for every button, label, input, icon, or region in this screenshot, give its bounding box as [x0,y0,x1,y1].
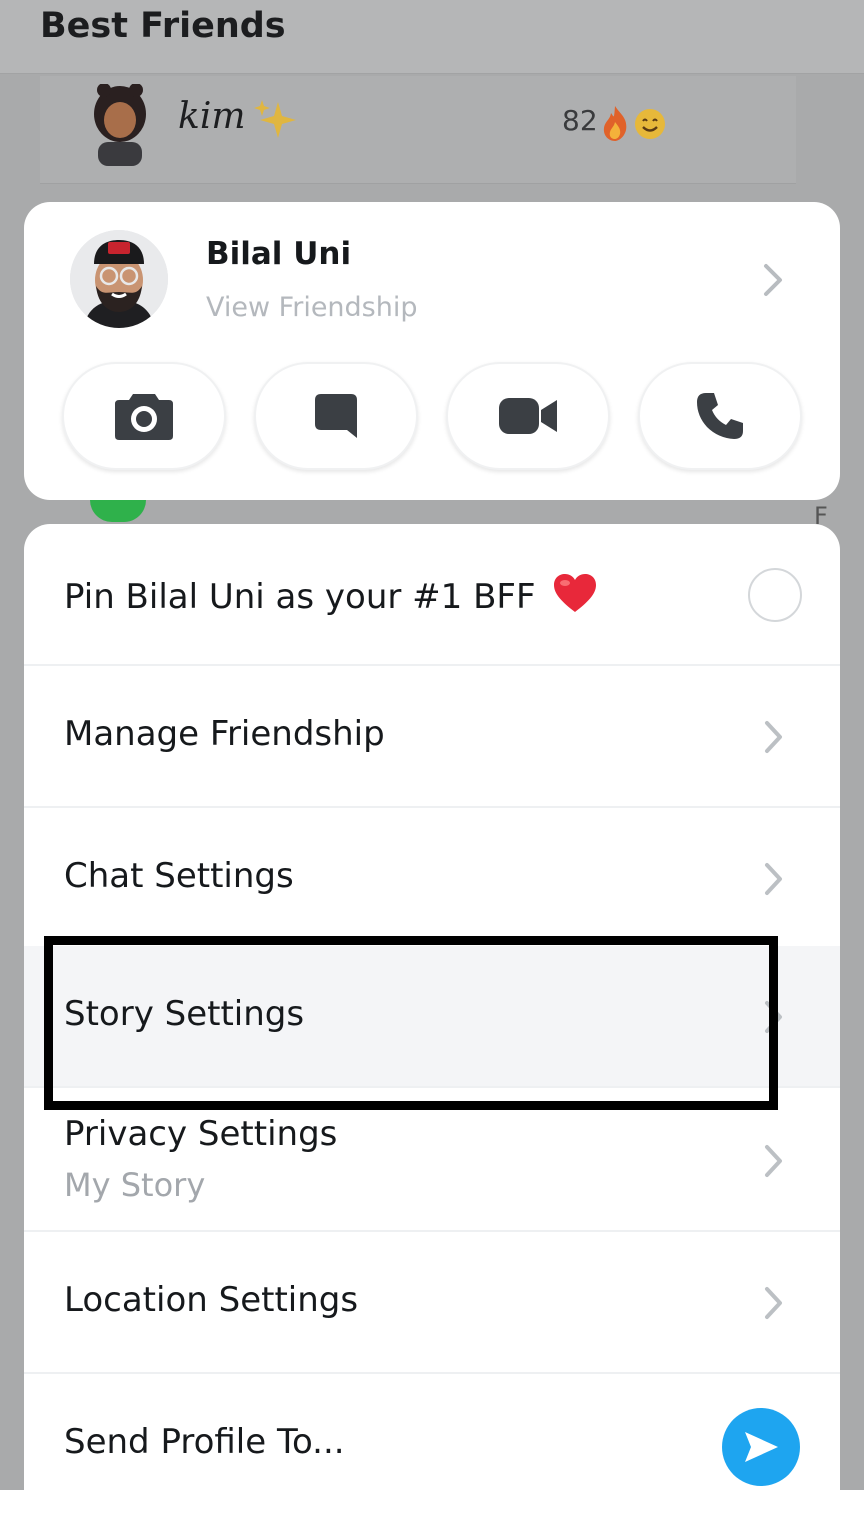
privacy-settings-subtitle: My Story [64,1166,206,1204]
chevron-right-icon[interactable] [758,260,786,300]
phone-icon [697,393,743,439]
send-profile-label: Send Profile To... [64,1422,345,1462]
bottom-strip [0,1490,864,1536]
bitmoji-avatar-icon [94,84,146,166]
chat-bubble-icon [315,394,357,438]
pin-bff-label: Pin Bilal Uni as your #1 BFF [64,572,598,617]
pin-bff-radio[interactable] [748,568,802,622]
voice-call-button[interactable] [638,362,802,470]
best-friends-header: Best Friends [0,0,864,74]
red-heart-icon [554,574,597,612]
privacy-settings-row[interactable]: Privacy Settings My Story [24,1090,840,1232]
send-button[interactable] [722,1408,800,1486]
status-indicator [90,500,146,522]
sparkles-icon [254,100,296,138]
view-friendship-link[interactable]: View Friendship [206,292,418,323]
video-call-button[interactable] [446,362,610,470]
chat-settings-row[interactable]: Chat Settings [24,808,840,950]
chat-settings-label: Chat Settings [64,856,294,896]
chat-button[interactable] [254,362,418,470]
send-profile-row[interactable]: Send Profile To... [24,1374,840,1490]
manage-friendship-row[interactable]: Manage Friendship [24,666,840,808]
camera-button[interactable] [62,362,226,470]
pin-bff-row[interactable]: Pin Bilal Uni as your #1 BFF [24,524,840,666]
chevron-right-icon [765,721,782,753]
send-arrow-icon [745,1432,778,1462]
friend-name: kim [178,96,246,137]
chevron-right-icon [765,1145,782,1177]
friend-avatar[interactable] [70,230,168,328]
video-camera-icon [499,398,557,434]
header-title: Best Friends [40,6,286,46]
location-settings-label: Location Settings [64,1280,359,1320]
fire-icon [603,106,627,141]
smiley-icon [635,109,665,139]
manage-friendship-label: Manage Friendship [64,714,385,754]
highlight-annotation-box [44,936,778,1110]
friend-card: Bilal Uni View Friendship [24,202,840,500]
friend-name[interactable]: Bilal Uni [206,236,351,272]
chevron-right-icon [765,863,782,895]
privacy-settings-label: Privacy Settings [64,1114,338,1154]
pin-bff-text: Pin Bilal Uni as your #1 BFF [64,577,536,617]
streak-count: 82 [562,104,598,137]
location-settings-row[interactable]: Location Settings [24,1232,840,1374]
chevron-right-icon [765,1287,782,1319]
bitmoji-avatar-icon [70,230,168,328]
friend-list-item[interactable]: kim 82 [40,76,796,184]
camera-icon [115,394,173,440]
